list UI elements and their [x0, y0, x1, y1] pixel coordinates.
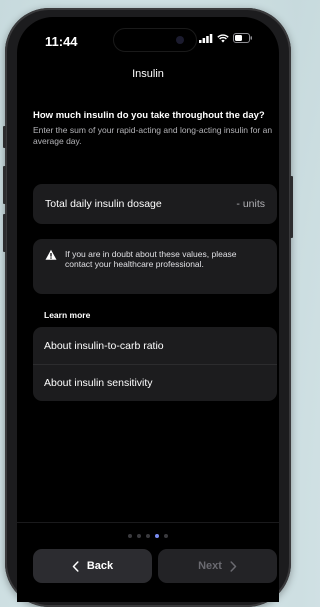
status-bar: 11:44: [17, 17, 279, 59]
chevron-right-icon: [230, 560, 237, 572]
question-hint: Enter the sum of your rapid-acting and l…: [33, 125, 273, 146]
warning-text: If you are in doubt about these values, …: [65, 249, 237, 269]
next-button[interactable]: Next: [158, 549, 277, 583]
learn-item-sensitivity[interactable]: About insulin sensitivity: [33, 364, 277, 401]
back-label: Back: [86, 560, 114, 572]
volume-up-button: [3, 166, 6, 204]
warning-callout: If you are in doubt about these values, …: [33, 239, 277, 294]
chevron-left-icon: [72, 560, 79, 572]
learn-item-carb-ratio[interactable]: About insulin-to-carb ratio: [33, 327, 277, 364]
battery-icon: [233, 33, 252, 43]
question-title: How much insulin do you take throughout …: [33, 110, 265, 121]
dosage-label: Total daily insulin dosage: [45, 198, 162, 210]
next-label: Next: [198, 560, 222, 572]
learn-item-label: About insulin sensitivity: [44, 377, 153, 389]
warning-triangle-icon: [45, 249, 57, 260]
footer-divider: [17, 522, 279, 523]
page-title: Insulin: [132, 68, 164, 80]
power-button: [290, 176, 293, 238]
volume-down-button: [3, 214, 6, 252]
dynamic-island: [113, 28, 197, 52]
page-dot: [146, 534, 150, 538]
learn-item-label: About insulin-to-carb ratio: [44, 339, 164, 352]
page-indicator: [17, 534, 279, 538]
learn-more-list: About insulin-to-carb ratio About insuli…: [33, 327, 277, 401]
page-dot-active: [155, 534, 159, 538]
back-button[interactable]: Back: [33, 549, 152, 583]
silent-switch: [3, 126, 6, 148]
screen: 11:44 Insulin How much insulin do you ta…: [17, 17, 279, 602]
daily-dosage-field[interactable]: Total daily insulin dosage - units: [33, 184, 277, 224]
status-time: 11:44: [45, 34, 78, 49]
page-dot: [128, 534, 132, 538]
camera-dot: [176, 36, 184, 44]
signal-icon: [199, 33, 213, 43]
wifi-icon: [217, 33, 229, 42]
learn-more-heading: Learn more: [44, 310, 91, 320]
dosage-value: - units: [236, 198, 265, 210]
status-icons: [199, 33, 253, 43]
page-dot: [137, 534, 141, 538]
question-section: How much insulin do you take throughout …: [33, 110, 277, 146]
page-dot: [164, 534, 168, 538]
